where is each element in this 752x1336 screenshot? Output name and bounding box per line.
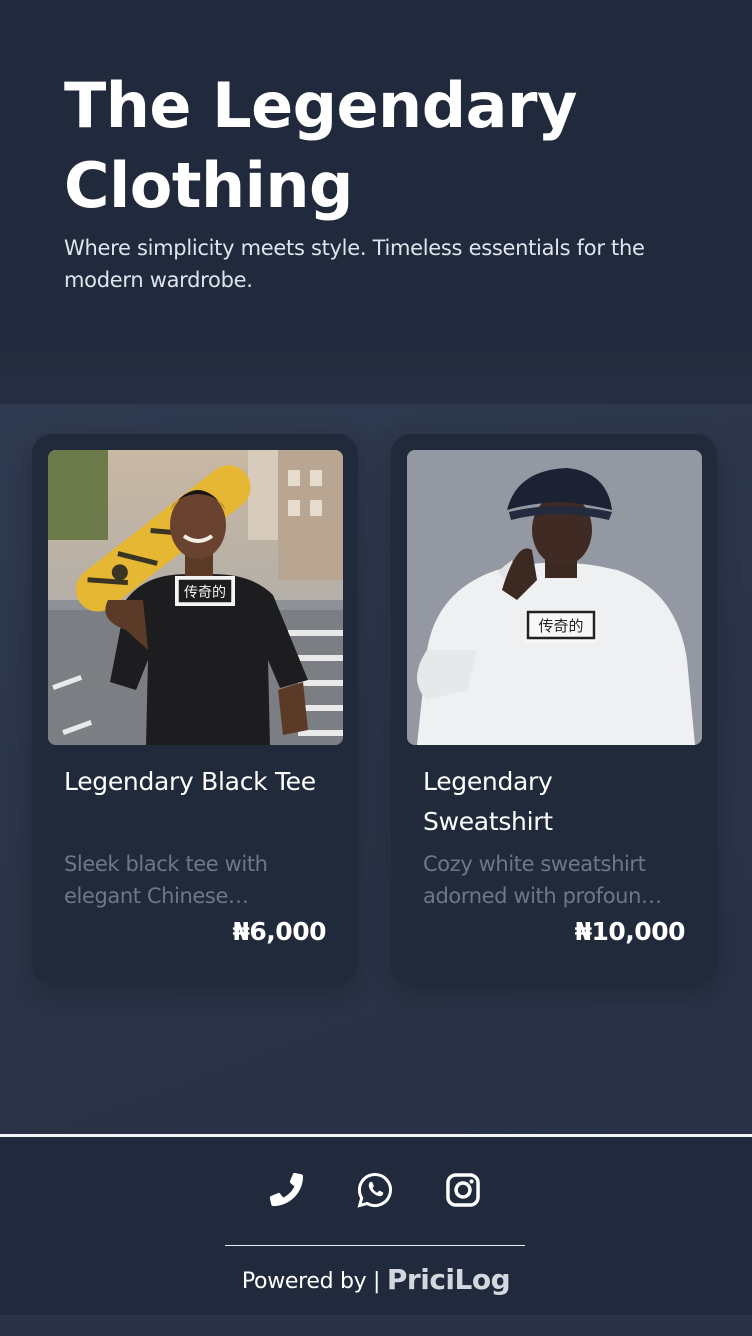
- whatsapp-icon[interactable]: [353, 1168, 397, 1212]
- product-description: Sleek black tee with elegant Chinese cal…: [64, 852, 268, 908]
- section-divider-band: [0, 352, 752, 404]
- product-image-sweatshirt[interactable]: 传奇的: [407, 450, 702, 745]
- title-line-2: Clothing: [64, 149, 353, 222]
- product-name: Legendary Black Tee: [64, 767, 316, 796]
- product-price: ₦10,000: [574, 917, 686, 946]
- product-description: Cozy white sweatshirt adorned with profo…: [423, 852, 654, 908]
- title-line-1: The Legendary: [64, 69, 577, 142]
- print-text: 传奇的: [538, 617, 583, 635]
- powered-by-label: Powered by |: [241, 1269, 381, 1294]
- product-card-black-tee[interactable]: 传奇的 Legendary Black Tee Sleek black tee …: [32, 434, 358, 984]
- phone-icon[interactable]: [264, 1168, 308, 1212]
- product-price: ₦6,000: [232, 917, 327, 946]
- hero-subtitle: Where simplicity meets style. Timeless e…: [64, 236, 645, 292]
- page-title: The Legendary Clothing: [64, 66, 688, 226]
- product-name: Legendary Sweatshirt: [423, 767, 553, 836]
- print-text: 传奇的: [184, 584, 226, 601]
- powered-by: Powered by | PriciLog: [0, 1260, 752, 1302]
- page-bottom: [0, 1315, 752, 1336]
- brand-logo-link[interactable]: PriciLog: [387, 1263, 511, 1296]
- hero-section: The Legendary Clothing Where simplicity …: [0, 0, 752, 352]
- footer-separator: [225, 1245, 525, 1246]
- instagram-icon[interactable]: [441, 1168, 485, 1212]
- product-card-sweatshirt[interactable]: 传奇的 Legendary Sweatshirt Cozy white swea…: [391, 434, 717, 984]
- product-image-black-tee[interactable]: 传奇的: [48, 450, 343, 745]
